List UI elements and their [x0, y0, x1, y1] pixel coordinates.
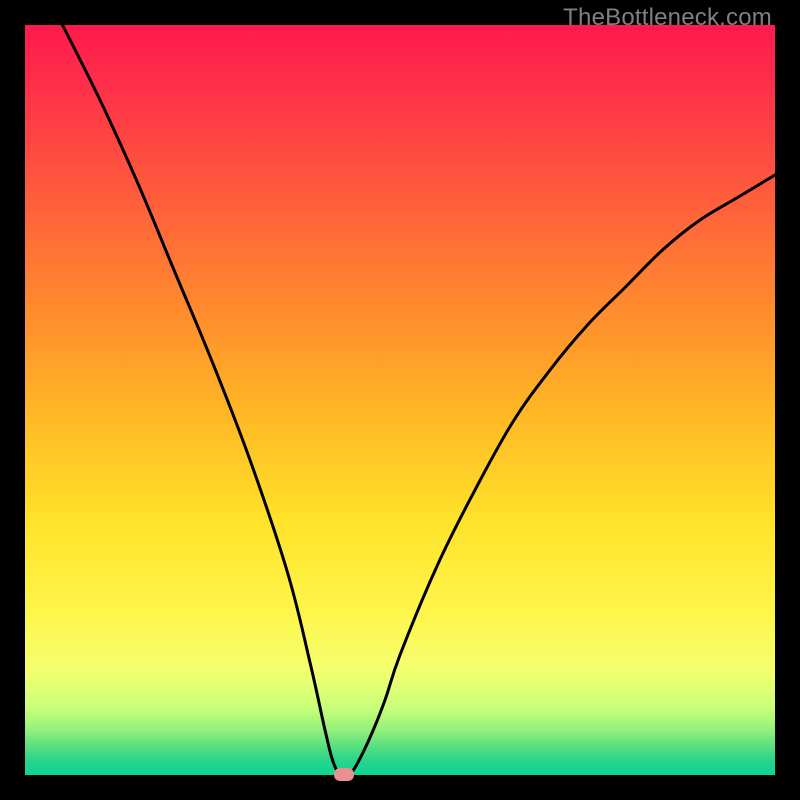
- watermark-text: TheBottleneck.com: [563, 4, 772, 32]
- curve-layer: [25, 25, 775, 775]
- optimum-marker: [334, 768, 354, 781]
- bottleneck-curve: [63, 25, 776, 777]
- chart-frame: TheBottleneck.com: [0, 0, 800, 800]
